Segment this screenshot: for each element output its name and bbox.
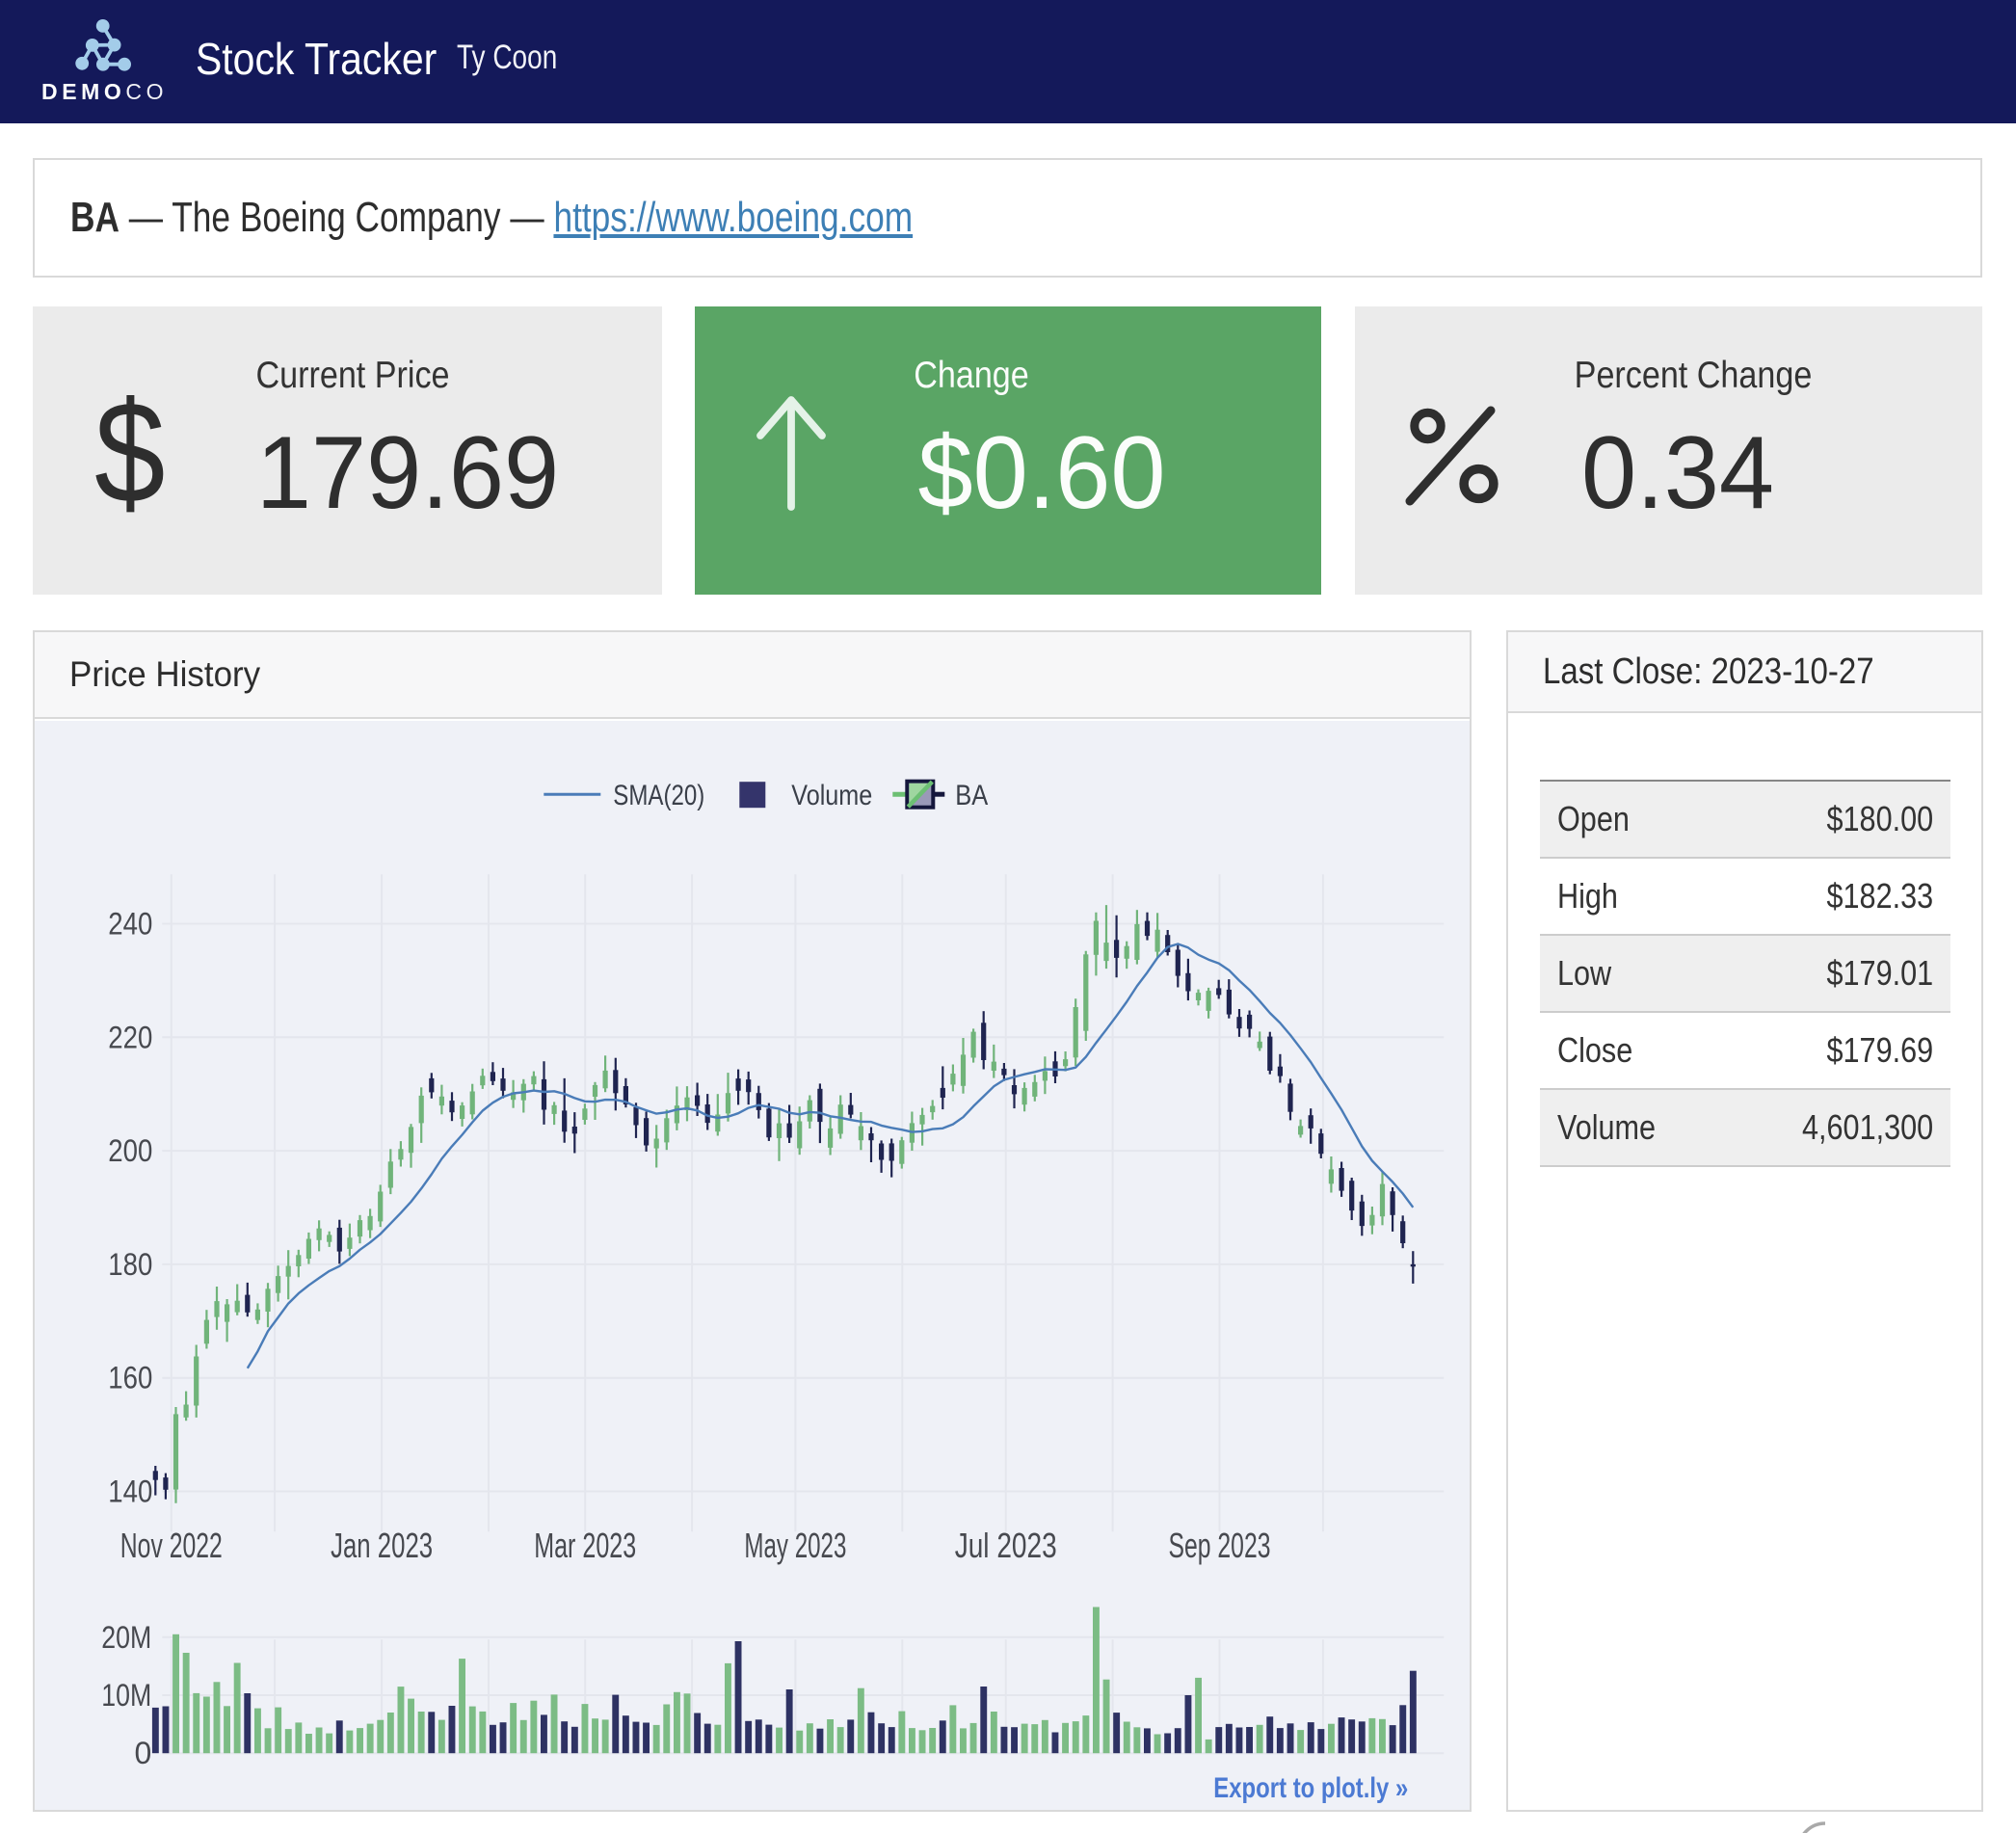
svg-text:140: 140 xyxy=(108,1474,152,1509)
svg-text:Jul 2023: Jul 2023 xyxy=(955,1526,1057,1565)
svg-text:SMA(20): SMA(20) xyxy=(613,780,704,811)
svg-text:Nov 2022: Nov 2022 xyxy=(120,1526,223,1565)
svg-text:160: 160 xyxy=(108,1361,152,1395)
svg-text:May 2023: May 2023 xyxy=(744,1526,846,1565)
svg-text:200: 200 xyxy=(108,1133,152,1168)
svg-text:10M: 10M xyxy=(101,1678,151,1713)
svg-text:Jan 2023: Jan 2023 xyxy=(331,1526,433,1565)
svg-text:Mar 2023: Mar 2023 xyxy=(534,1526,636,1565)
svg-text:BA: BA xyxy=(955,780,988,811)
svg-text:Sep 2023: Sep 2023 xyxy=(1169,1526,1271,1565)
svg-text:180: 180 xyxy=(108,1247,152,1282)
svg-text:Volume: Volume xyxy=(791,780,872,811)
svg-text:Export to plot.ly »: Export to plot.ly » xyxy=(1213,1772,1408,1804)
svg-text:240: 240 xyxy=(108,907,152,942)
svg-text:20M: 20M xyxy=(101,1620,151,1655)
svg-text:220: 220 xyxy=(108,1020,152,1054)
svg-text:0: 0 xyxy=(135,1736,152,1770)
